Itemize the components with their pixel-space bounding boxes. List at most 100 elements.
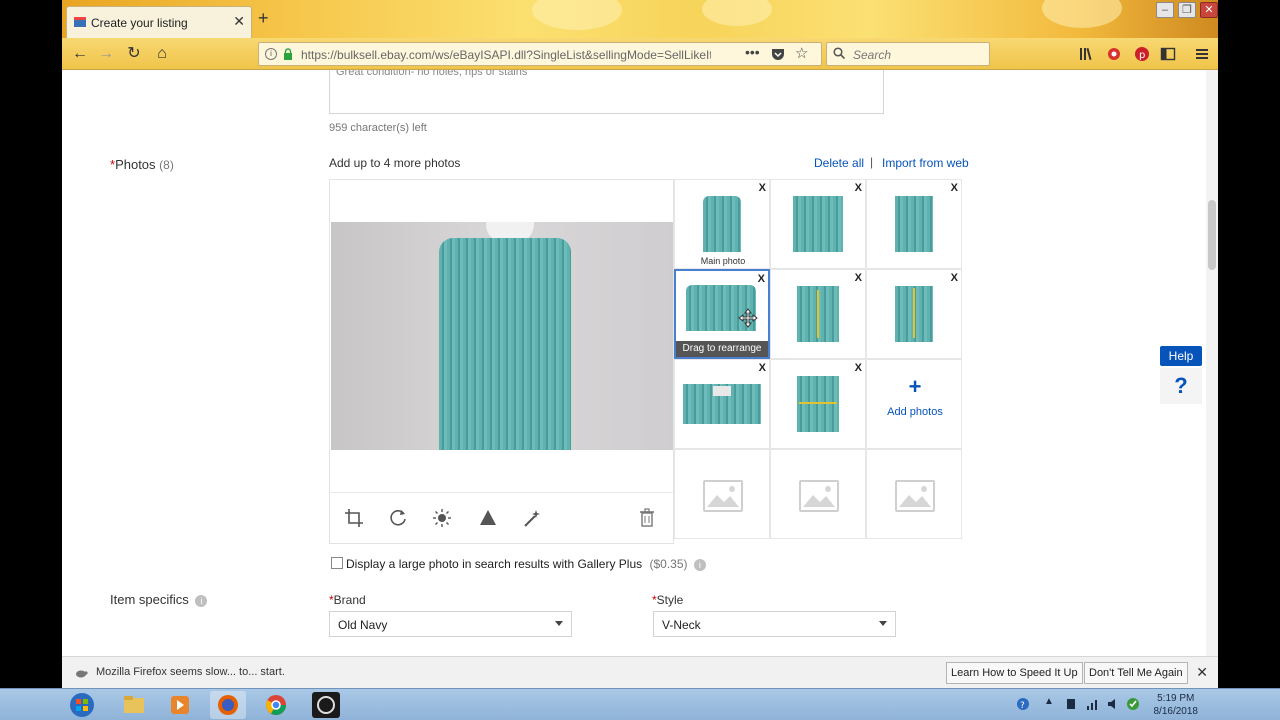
close-window-button[interactable]: ✕ (1200, 2, 1218, 18)
theme-decoration (1042, 0, 1122, 28)
delete-photo-icon[interactable]: X (855, 272, 862, 284)
firefox-taskbar-icon[interactable] (210, 691, 246, 719)
help-label[interactable]: Help (1160, 346, 1202, 366)
photo-thumbnail[interactable]: X (866, 179, 962, 269)
add-photos-label: Add photos (887, 406, 943, 418)
tab-create-listing[interactable]: Create your listing ✕ (66, 6, 252, 38)
start-button-icon[interactable] (66, 691, 98, 719)
update-tray-icon[interactable] (1126, 697, 1140, 711)
file-explorer-icon[interactable] (116, 691, 152, 719)
pocket-icon[interactable] (771, 47, 785, 61)
forward-arrow-icon[interactable]: → (94, 42, 118, 66)
info-icon[interactable]: i (693, 558, 706, 571)
bookmark-star-icon[interactable]: ☆ (795, 44, 808, 62)
site-info-icon[interactable]: i (265, 48, 277, 60)
photo-thumbnail[interactable]: X (770, 179, 866, 269)
style-select[interactable]: V-Neck (653, 611, 896, 637)
new-tab-icon[interactable]: + (258, 8, 269, 29)
chrome-icon[interactable] (258, 691, 294, 719)
auto-enhance-wand-icon[interactable] (521, 507, 543, 529)
help-tray-icon[interactable]: ? (1016, 697, 1030, 711)
info-icon[interactable]: i (195, 594, 208, 607)
photo-thumbnail[interactable]: X (674, 359, 770, 449)
theme-decoration (532, 0, 622, 30)
dont-tell-again-button[interactable]: Don't Tell Me Again (1084, 662, 1188, 684)
scrollbar-thumb[interactable] (1208, 200, 1216, 270)
photos-label: *Photos (8) (110, 157, 174, 172)
url-bar[interactable]: i https://bulksell.ebay.com/ws/eBayISAPI… (258, 42, 822, 66)
minimize-button[interactable]: – (1156, 2, 1174, 18)
firefox-window: Create your listing ✕ + – ❐ ✕ ← → ↻ ⌂ i … (62, 0, 1218, 688)
delete-photo-icon[interactable]: X (855, 362, 862, 374)
empty-photo-slot[interactable] (866, 449, 962, 539)
trash-icon[interactable] (636, 507, 658, 529)
svg-text:p: p (1139, 50, 1145, 61)
gallery-plus-checkbox[interactable] (331, 557, 343, 569)
photo-thumbnail-grid: X Main photo X X X Drag to rearrange X X… (674, 179, 964, 544)
question-mark-icon[interactable]: ? (1160, 368, 1202, 404)
style-value: V-Neck (662, 618, 701, 632)
delete-all-link[interactable]: Delete all (814, 156, 864, 170)
empty-photo-slot[interactable] (674, 449, 770, 539)
brand-select[interactable]: Old Navy (329, 611, 572, 637)
maximize-button[interactable]: ❐ (1178, 2, 1196, 18)
import-from-web-link[interactable]: Import from web (882, 156, 969, 170)
media-player-icon[interactable] (162, 691, 198, 719)
delete-photo-icon[interactable]: X (759, 362, 766, 374)
tab-close-icon[interactable]: ✕ (233, 13, 245, 30)
system-clock[interactable]: 5:19 PM 8/16/2018 (1154, 692, 1199, 718)
pinterest-icon[interactable]: p (1134, 46, 1150, 62)
close-notification-icon[interactable]: ✕ (1196, 664, 1208, 681)
reload-icon[interactable]: ↻ (122, 42, 146, 66)
page-scrollbar[interactable] (1206, 70, 1218, 656)
extension-red-icon[interactable] (1106, 46, 1122, 62)
sidebar-icon[interactable] (1160, 46, 1176, 62)
home-icon[interactable]: ⌂ (150, 42, 174, 66)
style-label: *Style (652, 593, 683, 607)
tray-expand-icon[interactable]: ▲ (1044, 696, 1054, 707)
empty-photo-slot[interactable] (770, 449, 866, 539)
delete-photo-icon[interactable]: X (855, 182, 862, 194)
photo-thumbnail[interactable]: X (770, 269, 866, 359)
volume-icon[interactable] (1106, 697, 1120, 711)
image-placeholder-icon (703, 480, 743, 512)
rotate-icon[interactable] (387, 507, 409, 529)
contrast-icon[interactable] (477, 507, 499, 529)
brightness-icon[interactable] (431, 507, 453, 529)
back-arrow-icon[interactable]: ← (68, 42, 92, 66)
hamburger-menu-icon[interactable] (1194, 46, 1210, 62)
add-more-photos-text: Add up to 4 more photos (329, 156, 461, 170)
clock-date: 8/16/2018 (1153, 706, 1199, 717)
image-placeholder-icon (799, 480, 839, 512)
description-textarea[interactable]: Great condition- no holes, rips or stain… (329, 70, 884, 114)
gallery-plus-row: Display a large photo in search results … (346, 557, 706, 571)
title-bar: Create your listing ✕ + – ❐ ✕ (62, 0, 1218, 38)
chevron-down-icon (879, 621, 887, 626)
add-photos-button[interactable]: + Add photos (866, 359, 962, 449)
photo-count: (8) (159, 158, 174, 172)
network-icon[interactable] (1086, 697, 1100, 711)
thumbnail-image (683, 192, 761, 252)
photo-thumbnail[interactable]: X (866, 269, 962, 359)
thumbnail-image (875, 192, 953, 252)
photos-label-text: Photos (115, 157, 156, 172)
help-widget[interactable]: Help ? (1160, 346, 1202, 404)
thumbnail-image (779, 282, 857, 342)
photo-thumbnail[interactable]: X (770, 359, 866, 449)
learn-speed-up-button[interactable]: Learn How to Speed It Up (946, 662, 1083, 684)
item-specifics-text: Item specifics (110, 592, 189, 607)
search-bar[interactable]: Search (826, 42, 990, 66)
delete-photo-icon[interactable]: X (951, 182, 958, 194)
thumbnail-image (779, 372, 857, 432)
delete-photo-icon[interactable]: X (758, 273, 765, 285)
library-icon[interactable] (1078, 46, 1094, 62)
crop-icon[interactable] (343, 507, 365, 529)
photo-thumbnail[interactable]: X Main photo (674, 179, 770, 269)
page-actions-icon[interactable]: ••• (745, 44, 760, 60)
obs-icon[interactable] (308, 691, 344, 719)
delete-photo-icon[interactable]: X (951, 272, 958, 284)
delete-photo-icon[interactable]: X (759, 182, 766, 194)
action-center-icon[interactable] (1064, 697, 1078, 711)
chevron-down-icon (555, 621, 563, 626)
item-specifics-label: Item specifics i (110, 592, 208, 607)
